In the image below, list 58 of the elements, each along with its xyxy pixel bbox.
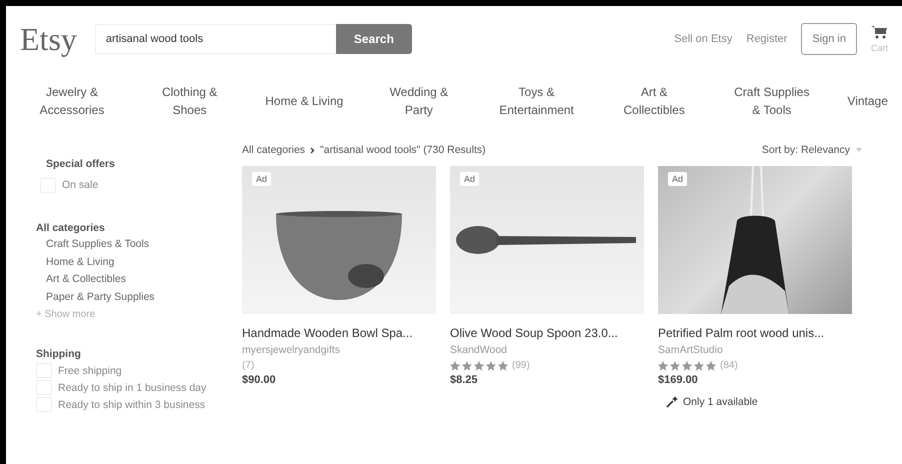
price: $8.25 (450, 374, 478, 386)
category-link[interactable]: Clothing & Shoes (148, 83, 232, 119)
category-link[interactable]: Craft Supplies & Tools (730, 83, 814, 119)
product-photo[interactable]: Ad (242, 166, 436, 314)
star-icon (474, 360, 484, 370)
filter-heading: Shipping (36, 348, 81, 360)
ad-badge: Ad (252, 172, 272, 186)
checkbox-label[interactable]: Ready to ship in 1 business day (58, 382, 206, 394)
search-summary: "artisanal wood tools" (730 Results) (320, 144, 486, 156)
header-link[interactable]: Sell on Etsy (674, 33, 732, 45)
search-field[interactable]: artisanal wood tools (94, 24, 336, 54)
etsy-logo[interactable]: Etsy (20, 20, 77, 58)
category-link[interactable]: Art & Collectibles (46, 271, 126, 288)
review-count: (84) (720, 360, 738, 371)
search-button[interactable]: Search (336, 24, 412, 54)
product-title[interactable]: Olive Wood Soup Spoon 23.0... (450, 326, 618, 340)
star-icon (706, 360, 716, 370)
review-count: (99) (512, 360, 530, 371)
star-icon (450, 360, 460, 370)
filter-heading: All categories (36, 222, 105, 234)
star-icon (498, 360, 508, 370)
sparkle-icon (666, 396, 678, 408)
product-title[interactable]: Petrified Palm root wood unis... (658, 326, 824, 340)
product-photo[interactable]: Ad (450, 166, 644, 314)
checkbox-label[interactable]: Ready to ship within 3 business (58, 398, 206, 410)
review-count: (7) (242, 360, 254, 371)
product-photo[interactable]: Ad (658, 166, 852, 314)
price: $169.00 (658, 374, 698, 386)
category-link[interactable]: Toys & Entertainment (494, 83, 579, 119)
category-link[interactable]: Craft Supplies & Tools (46, 236, 150, 254)
category-link[interactable]: Art & Collectibles (612, 83, 696, 119)
category-link[interactable]: Vintage (847, 92, 888, 110)
star-icon (462, 360, 472, 370)
star-icon (670, 360, 680, 370)
category-link[interactable]: Home & Living (46, 254, 114, 271)
sort-dropdown[interactable]: Sort by: Relevancy (762, 144, 850, 156)
star-icon (682, 360, 692, 370)
breadcrumb-link[interactable]: All categories (242, 144, 306, 156)
checkbox-label[interactable]: Free shipping (58, 364, 122, 376)
stock-note: Only 1 available (683, 396, 758, 408)
product-title[interactable]: Handmade Wooden Bowl Spa... (242, 326, 413, 340)
ad-badge: Ad (668, 172, 688, 186)
caret-icon[interactable] (856, 148, 862, 152)
category-link[interactable]: Home & Living (265, 92, 344, 110)
filter-heading: Special offers (46, 158, 115, 170)
sign-in-button[interactable]: Sign in (801, 23, 857, 55)
star-icon (486, 360, 496, 370)
category-link[interactable]: Wedding & Party (376, 83, 461, 119)
header-link[interactable]: Register (746, 33, 788, 45)
ad-badge: Ad (460, 172, 480, 186)
cart-icon[interactable] (871, 25, 888, 39)
chevron-icon (310, 146, 316, 154)
star-icon (658, 360, 668, 370)
category-link[interactable]: Jewelry & Accessories (30, 83, 114, 119)
checkbox-label[interactable]: On sale (62, 179, 98, 191)
star-icon (694, 360, 704, 370)
category-link[interactable]: Paper & Party Supplies (46, 288, 155, 306)
price: $90.00 (242, 374, 276, 386)
